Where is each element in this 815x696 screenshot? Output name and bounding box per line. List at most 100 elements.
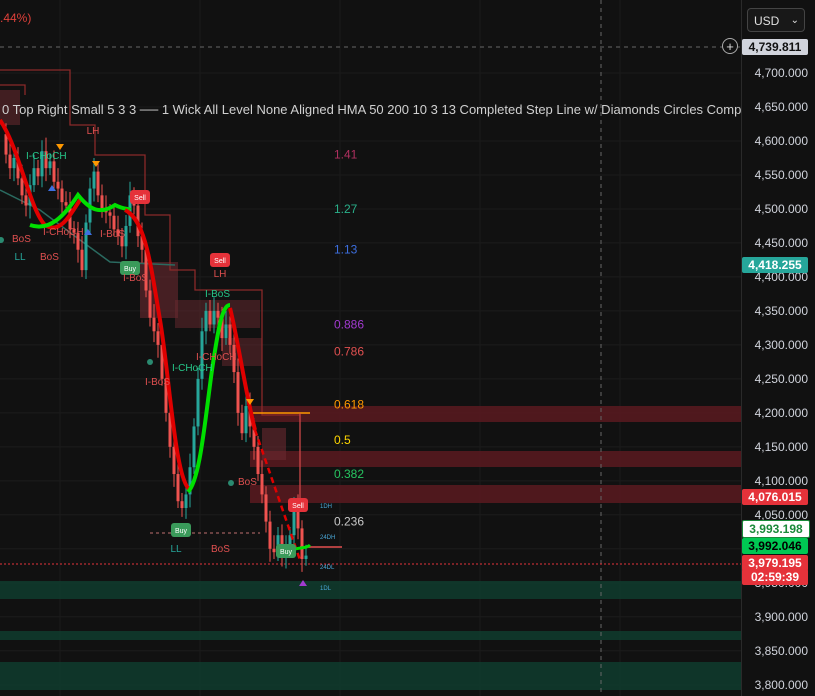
pivot-dot-icon: [147, 359, 153, 365]
fib-level-label: 1.13: [334, 243, 358, 257]
candle-body: [64, 202, 68, 206]
chart-area[interactable]: 1.41 1.27 1.13 0.886 0.786 0.618 0.5 0.382 0.236…: [0, 0, 741, 696]
fib-level-label: 0.786: [334, 345, 364, 359]
candle-body: [48, 161, 52, 169]
price-tick-label: 4,600.000: [754, 133, 808, 148]
price-tick-label: 3,800.000: [754, 677, 808, 692]
candle-body: [156, 331, 160, 345]
price-tick-label: 4,200.000: [754, 405, 808, 420]
price-tag-4418: 4,418.255: [742, 257, 808, 273]
order-block: [262, 428, 286, 460]
daily-low-label: 1DL: [320, 586, 332, 592]
price-tick-label: 4,650.000: [754, 99, 808, 114]
bos-label: BoS: [12, 234, 31, 245]
candle-body: [152, 317, 156, 332]
candle-body: [264, 494, 268, 522]
currency-select[interactable]: USD ⌄: [747, 8, 805, 32]
candle-body: [224, 324, 228, 339]
demand-zone: [0, 581, 741, 599]
candle-body: [32, 168, 36, 186]
candle-body: [196, 378, 200, 427]
price-axis[interactable]: USD ⌄ 4,700.000 4,650.000 4,600.000 4,550.0…: [741, 0, 815, 696]
buy-signal-label: Buy: [124, 266, 137, 273]
candle-body: [84, 222, 88, 271]
candle-body: [240, 412, 244, 434]
candle-body: [180, 501, 184, 509]
candle-body: [304, 555, 308, 559]
candle-body: [256, 446, 260, 475]
candle-body: [292, 508, 296, 536]
candle-body: [12, 157, 16, 169]
candle-body: [52, 161, 56, 182]
bos-label: BoS: [40, 252, 59, 263]
candle-body: [228, 324, 232, 345]
add-alert-plus-icon[interactable]: +: [722, 38, 738, 54]
candle-body: [112, 215, 116, 230]
session-low-label: 24DL: [320, 565, 335, 571]
price-tag-3993: 3,993.198: [742, 520, 810, 538]
bos-label: BoS: [238, 477, 257, 488]
candle-body: [92, 171, 96, 189]
pivot-dot-icon: [0, 237, 4, 243]
pivot-dot-icon: [228, 480, 234, 486]
pivot-marker-icon: [48, 185, 56, 191]
candle-body: [216, 310, 220, 318]
fib-level-label: 0.5: [334, 433, 351, 447]
candle-body: [80, 249, 84, 271]
candle-body: [36, 168, 40, 177]
sell-signal-label: Sell: [214, 258, 226, 265]
candle-body: [192, 426, 196, 468]
candle-body: [176, 474, 180, 502]
fib-level-label: 0.618: [334, 398, 364, 412]
demand-zone: [0, 631, 741, 640]
price-tag-3992: 3,992.046: [742, 538, 808, 554]
candle-body: [24, 195, 28, 206]
candle-body: [272, 548, 276, 553]
bos-label: I-BoS: [100, 229, 125, 240]
candle-body: [4, 134, 8, 155]
bos-label: BoS: [211, 544, 230, 555]
price-tick-label: 4,500.000: [754, 201, 808, 216]
candle-body: [60, 188, 64, 203]
ll-label: LL: [14, 252, 26, 263]
supply-zone: [250, 485, 741, 503]
fib-level-label: 0.382: [334, 467, 364, 481]
candle-body: [236, 372, 240, 413]
session-high-label: 24DH: [320, 535, 335, 541]
pivot-marker-icon: [92, 161, 100, 167]
fib-level-label: 0.886: [334, 317, 364, 331]
price-tick-label: 4,150.000: [754, 439, 808, 454]
choch-label: I-CHoCH: [26, 151, 67, 162]
daily-high-label: 1DH: [320, 504, 332, 510]
crosshair-price-tag: 4,739.811: [742, 39, 808, 55]
price-tick-label: 4,550.000: [754, 167, 808, 182]
candle-body: [100, 195, 104, 209]
candle-body: [172, 446, 176, 475]
candle-body: [300, 528, 304, 559]
chevron-down-icon: ⌄: [790, 15, 799, 26]
price-tick-label: 4,250.000: [754, 371, 808, 386]
candle-body: [204, 310, 208, 332]
sell-signal-label: Sell: [292, 503, 304, 510]
price-tick-label: 4,100.000: [754, 473, 808, 488]
bos-label: I-BoS: [145, 377, 170, 388]
candle-body: [96, 171, 100, 196]
indicator-settings-caption: 0 Top Right Small 5 3 3 ── 1 Wick All Le…: [2, 102, 741, 117]
currency-label: USD: [754, 14, 780, 28]
demand-zone: [0, 662, 741, 690]
ll-label: LL: [170, 544, 182, 555]
bos-label: I-BoS: [123, 273, 148, 284]
price-tick-label: 4,450.000: [754, 235, 808, 250]
candle-body: [260, 474, 264, 495]
bos-label: I-BoS: [205, 289, 230, 300]
lh-label: LH: [214, 269, 227, 280]
candle-body: [208, 310, 212, 325]
candle-body: [148, 290, 152, 318]
candle-body: [212, 310, 216, 325]
candle-body: [8, 154, 12, 169]
price-tick-label: 4,700.000: [754, 66, 808, 80]
supply-zone: [250, 451, 741, 467]
price-tick-label: 3,900.000: [754, 609, 808, 624]
pivot-marker-icon: [56, 144, 64, 150]
candle-body: [268, 521, 272, 549]
